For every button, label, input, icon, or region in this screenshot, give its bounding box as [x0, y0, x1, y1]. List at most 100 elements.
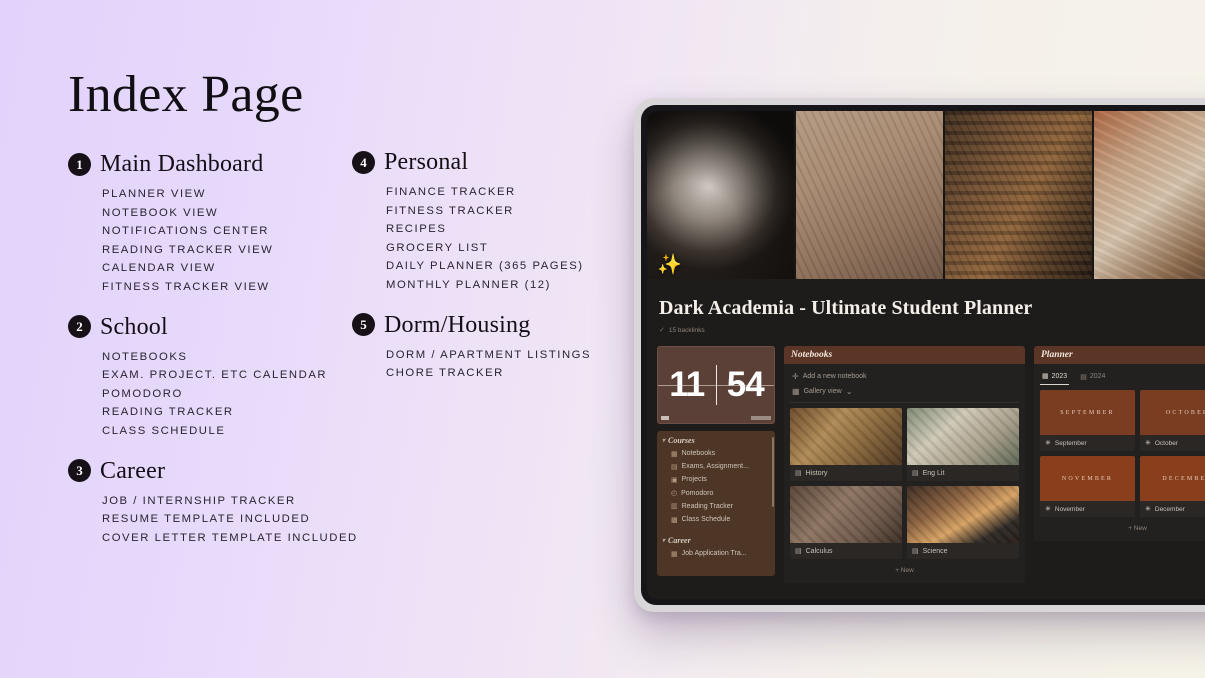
- sidebar-item-projects[interactable]: ▣ Projects: [660, 473, 773, 486]
- month-card-november[interactable]: NOVEMBER ✳ November: [1040, 456, 1135, 517]
- sidebar-item-job-application-tracker[interactable]: ▦ Job Application Tra...: [660, 547, 773, 560]
- month-card-title: November: [1054, 505, 1085, 513]
- notebooks-new-button[interactable]: + New: [790, 564, 1019, 577]
- month-card-october[interactable]: OCTOBER ✳ October: [1140, 390, 1205, 451]
- month-card-title: December: [1154, 505, 1185, 513]
- tablet-screen: ✨ Dark Academia - Ultimate Student Plann…: [647, 111, 1205, 599]
- notebook-card-eng-lit[interactable]: ▤ Eng Lit: [907, 408, 1019, 481]
- month-card-title: October: [1154, 439, 1178, 447]
- section-item-list: DORM / APARTMENT LISTINGS CHORE TRACKER: [352, 346, 652, 383]
- page-icon: ▤: [795, 470, 802, 477]
- sidebar-item-class-schedule[interactable]: ▩ Class Schedule: [660, 513, 773, 526]
- index-section-career: 3 Career JOB / INTERNSHIP TRACKER RESUME…: [68, 459, 368, 548]
- list-item: READING TRACKER VIEW: [102, 243, 274, 256]
- month-card-label-row: ✳ October: [1140, 435, 1205, 451]
- index-column-left: 1 Main Dashboard PLANNER VIEW NOTEBOOK V…: [68, 152, 368, 565]
- cover-pane-sketch-photo: [796, 111, 943, 279]
- list-item: POMODORO: [102, 387, 183, 400]
- backlinks-count: 15 backlinks: [668, 326, 705, 334]
- workspace-columns: 11 54 ▾ Courses ▦ Notebooks ▤ Exams, Ass…: [647, 338, 1205, 583]
- tab-2023[interactable]: ▦ 2023: [1040, 369, 1070, 385]
- section-title: Personal: [384, 149, 469, 175]
- section-title: Dorm/Housing: [384, 311, 531, 338]
- section-title: School: [100, 313, 168, 340]
- list-item: GROCERY LIST: [386, 241, 489, 254]
- add-new-notebook-button[interactable]: ✛ Add a new notebook: [790, 369, 1019, 384]
- sidebar-item-reading-tracker[interactable]: ▥ Reading Tracker: [660, 500, 773, 513]
- section-heading: 4 Personal: [352, 150, 652, 174]
- planner-panel: Planner ▦ 2023 ▤ 2024 SEPTEMBER ✳ Septem…: [1034, 346, 1205, 576]
- list-item: CALENDAR VIEW: [102, 262, 216, 275]
- index-section-main-dashboard: 1 Main Dashboard PLANNER VIEW NOTEBOOK V…: [68, 152, 368, 297]
- sidebar-scrollbar[interactable]: [772, 437, 774, 507]
- index-section-dorm-housing: 5 Dorm/Housing DORM / APARTMENT LISTINGS…: [352, 313, 652, 383]
- notebook-card-science[interactable]: ▤ Science: [907, 486, 1019, 559]
- sidebar-item-label: Exams, Assignment...: [681, 463, 749, 471]
- notebook-card-label-row: ▤ Calculus: [790, 543, 902, 559]
- clock-tag-right: [751, 416, 771, 420]
- list-item: MONTHLY PLANNER (12): [386, 278, 551, 291]
- tablet-bezel: ✨ Dark Academia - Ultimate Student Plann…: [641, 105, 1205, 605]
- document-title: Dark Academia - Ultimate Student Planner: [659, 297, 1033, 319]
- section-heading: 1 Main Dashboard: [68, 152, 368, 176]
- notebook-card-history[interactable]: ▤ History: [790, 408, 902, 481]
- list-item: RESUME TEMPLATE INCLUDED: [102, 513, 311, 526]
- statue-relief-photo: [790, 486, 902, 543]
- planner-year-tabs: ▦ 2023 ▤ 2024: [1034, 364, 1205, 385]
- sidebar-item-pomodoro[interactable]: ◴ Pomodoro: [660, 487, 773, 500]
- sidebar-item-exams-assignments[interactable]: ▤ Exams, Assignment...: [660, 460, 773, 473]
- check-icon: ✓: [659, 327, 665, 334]
- page-icon: ▤: [912, 470, 919, 477]
- board-icon: ▣: [671, 476, 678, 484]
- gallery-icon: ▦: [1042, 373, 1049, 380]
- sidebar-group-header-career[interactable]: ▾ Career: [660, 534, 773, 547]
- list-item: FITNESS TRACKER: [386, 204, 514, 217]
- notebook-card-label-row: ▤ Science: [907, 543, 1019, 559]
- list-item: RECIPES: [386, 223, 447, 236]
- section-title: Career: [100, 457, 166, 484]
- divider: [790, 402, 1019, 403]
- asterisk-icon: ✳: [1045, 506, 1051, 513]
- sidebar-item-label: Pomodoro: [681, 489, 714, 497]
- cover-pane-library-photo: [945, 111, 1092, 279]
- sidebar-item-notebooks[interactable]: ▦ Notebooks: [660, 447, 773, 460]
- sidebar-item-label: Projects: [681, 476, 707, 484]
- typewriter-photo: [907, 408, 1019, 465]
- database-icon: ▦: [671, 450, 678, 458]
- section-number-badge: 1: [68, 152, 91, 176]
- sidebar-group-career: ▾ Career ▦ Job Application Tra...: [660, 534, 773, 560]
- planner-panel-body: SEPTEMBER ✳ September OCTOBER ✳ October …: [1034, 385, 1205, 541]
- plus-icon: ✛: [792, 372, 799, 381]
- month-cover: DECEMBER: [1140, 456, 1205, 501]
- index-panel: Index Page 1 Main Dashboard PLANNER VIEW…: [0, 0, 660, 678]
- notebooks-panel-body: ✛ Add a new notebook ▦ Gallery view ⌄ ▤ …: [784, 364, 1025, 583]
- sidebar-group-label: Career: [668, 536, 691, 546]
- book-icon: ▥: [671, 503, 678, 511]
- planner-new-button[interactable]: + New: [1040, 522, 1205, 535]
- page-icon: ▤: [795, 548, 802, 555]
- notebook-card-calculus[interactable]: ▤ Calculus: [790, 486, 902, 559]
- month-cover: OCTOBER: [1140, 390, 1205, 435]
- month-card-label-row: ✳ November: [1040, 501, 1135, 517]
- sidebar-item-label: Notebooks: [681, 450, 716, 458]
- cover-pane-books-photo: [1094, 111, 1205, 279]
- gallery-view-tab[interactable]: ▦ Gallery view ⌄: [790, 384, 1019, 399]
- add-new-notebook-label: Add a new notebook: [802, 373, 867, 380]
- index-column-right: 4 Personal FINANCE TRACKER FITNESS TRACK…: [352, 150, 652, 401]
- sparkle-wand-icon: ✨: [657, 254, 682, 276]
- month-card-december[interactable]: DECEMBER ✳ December: [1140, 456, 1205, 517]
- list-item: FINANCE TRACKER: [386, 186, 516, 198]
- chevron-down-icon: ⌄: [845, 387, 853, 396]
- sidebar-group-header-courses[interactable]: ▾ Courses: [660, 434, 773, 447]
- old-books-photo: [790, 408, 902, 465]
- list-item: EXAM. PROJECT. ETC CALENDAR: [102, 369, 328, 382]
- sidebar-item-label: Reading Tracker: [681, 502, 733, 510]
- month-cover: NOVEMBER: [1040, 456, 1135, 501]
- tab-2024[interactable]: ▤ 2024: [1078, 369, 1107, 385]
- gallery-view-label: Gallery view: [803, 388, 842, 395]
- notebook-card-title: Eng Lit: [922, 469, 945, 477]
- planner-month-grid: SEPTEMBER ✳ September OCTOBER ✳ October …: [1040, 390, 1205, 517]
- document-header: Dark Academia - Ultimate Student Planner…: [647, 279, 1205, 338]
- backlinks-row[interactable]: ✓ 15 backlinks: [659, 326, 1205, 335]
- month-card-september[interactable]: SEPTEMBER ✳ September: [1040, 390, 1135, 451]
